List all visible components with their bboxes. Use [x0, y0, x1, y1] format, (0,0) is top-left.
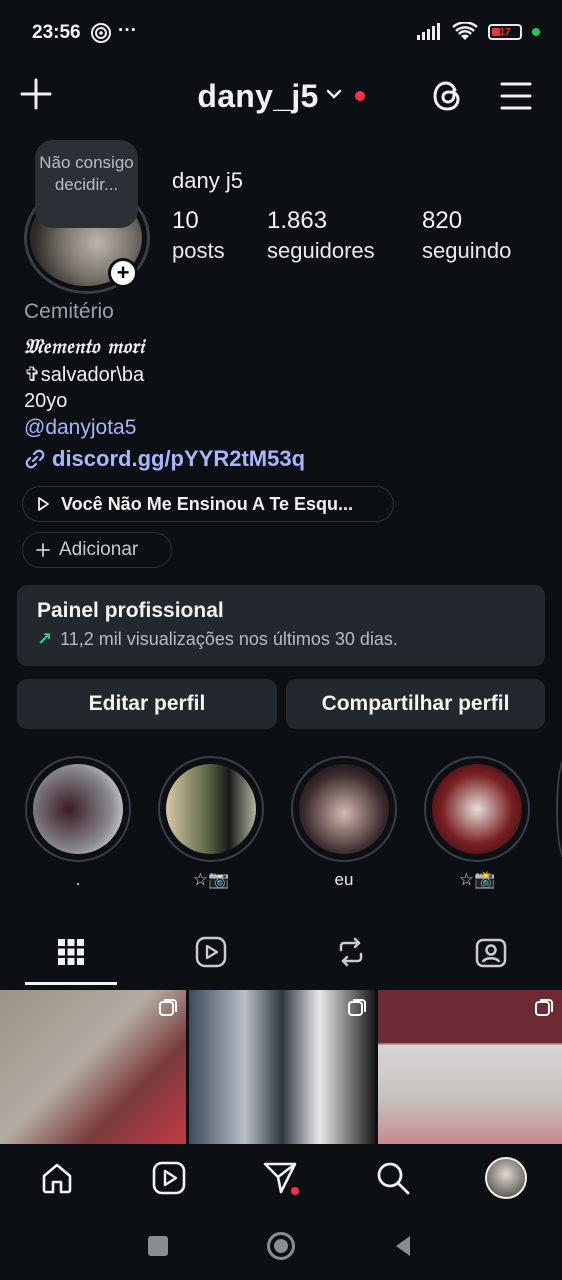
status-icons: 17 — [416, 22, 540, 42]
recents-icon[interactable] — [148, 1236, 168, 1256]
tab-tagged[interactable] — [445, 928, 537, 976]
tab-grid[interactable] — [25, 928, 117, 976]
highlight-4-label: ☆📸 — [458, 870, 496, 889]
reposts-icon — [339, 937, 363, 967]
music-title: Você Não Me Ensinou A Te Esqu... — [61, 493, 354, 514]
grid-icon — [58, 939, 84, 965]
highlight-2[interactable] — [158, 756, 264, 862]
plus-small-icon — [36, 543, 50, 557]
bio-link-text[interactable]: discord.gg/pYYR2tM53q — [52, 446, 305, 472]
reels-icon — [152, 1161, 186, 1195]
home-system-icon[interactable] — [267, 1232, 295, 1260]
panel-subtitle-row: ↗ 11,2 mil visualizações nos últimos 30 … — [37, 629, 525, 650]
add-button[interactable]: Adicionar — [22, 532, 172, 568]
privacy-indicator — [532, 28, 540, 36]
bio-line-3: 20yo — [24, 390, 68, 412]
status-time: 23:56 — [32, 22, 81, 43]
tagged-icon — [475, 938, 507, 968]
add-label: Adicionar — [59, 539, 139, 560]
play-icon — [38, 497, 49, 511]
carousel-icon — [348, 999, 366, 1016]
signal-icon — [417, 23, 440, 40]
wifi-icon — [452, 22, 478, 40]
menu-icon[interactable] — [496, 76, 536, 116]
carousel-icon — [535, 999, 553, 1016]
nav-home[interactable] — [35, 1156, 79, 1200]
profile-music[interactable]: Você Não Me Ensinou A Te Esqu... — [22, 486, 394, 522]
link-icon — [25, 449, 45, 469]
highlight-3-label: eu — [334, 870, 354, 889]
status-more: ··· — [118, 20, 137, 41]
bio-link[interactable]: discord.gg/pYYR2tM53q — [24, 446, 305, 472]
chevron-down-icon[interactable] — [325, 85, 343, 108]
edit-profile-button[interactable]: Editar perfil — [17, 679, 277, 729]
back-icon[interactable] — [392, 1234, 414, 1263]
stat-followers[interactable]: 1.863 seguidores — [267, 206, 375, 266]
post-3[interactable] — [378, 990, 562, 1144]
nav-profile[interactable] — [484, 1156, 528, 1200]
professional-dashboard[interactable]: Painel profissional ↗ 11,2 mil visualiza… — [17, 585, 545, 666]
add-story-icon[interactable]: + — [108, 258, 138, 288]
nav-reels[interactable] — [147, 1156, 191, 1200]
profile-avatar[interactable] — [485, 1157, 527, 1199]
nav-activity[interactable] — [259, 1156, 303, 1200]
bio-line-1: 𝔐𝔢𝔪𝔢𝔫𝔱𝔬 𝔪𝔬𝔯𝔦 — [24, 334, 145, 358]
nav-search[interactable] — [371, 1156, 415, 1200]
hotspot-icon — [90, 22, 112, 44]
activity-icon — [263, 1162, 299, 1195]
notification-dot — [354, 91, 365, 101]
panel-title: Painel profissional — [37, 599, 224, 622]
highlight-1[interactable] — [25, 756, 131, 862]
highlight-5-partial[interactable] — [556, 756, 562, 862]
search-icon — [377, 1162, 410, 1195]
trend-up-icon: ↗ — [37, 629, 53, 649]
tab-reels[interactable] — [165, 928, 257, 976]
battery-icon: 17 — [488, 24, 522, 40]
bio-mention[interactable]: @danyjota5 — [24, 416, 136, 440]
active-tab-indicator — [25, 982, 117, 985]
profile-category: Cemitério — [24, 300, 114, 323]
post-2[interactable] — [189, 990, 375, 1144]
bio-line-2: ✞salvador\ba — [24, 364, 145, 386]
note-bubble[interactable]: Não consigo decidir... — [35, 140, 138, 228]
highlight-4[interactable] — [424, 756, 530, 862]
share-profile-button[interactable]: Compartilhar perfil — [286, 679, 545, 729]
threads-icon[interactable] — [428, 76, 468, 116]
highlight-3[interactable] — [291, 756, 397, 862]
tab-reposts[interactable] — [305, 928, 397, 976]
home-icon — [42, 1163, 72, 1194]
post-1[interactable] — [0, 990, 186, 1144]
panel-subtitle: 11,2 mil visualizações nos últimos 30 di… — [60, 629, 398, 649]
stat-following[interactable]: 820 seguindo — [422, 206, 511, 266]
reels-icon — [195, 936, 227, 968]
account-switcher[interactable]: dany_j5 — [0, 74, 562, 118]
carousel-icon — [159, 999, 177, 1016]
display-name: dany j5 — [172, 168, 243, 193]
highlight-2-label: ☆📷 — [192, 870, 230, 889]
highlight-1-label: . — [75, 870, 81, 889]
username[interactable]: dany_j5 — [197, 78, 318, 115]
stat-posts[interactable]: 10 posts — [172, 206, 225, 266]
